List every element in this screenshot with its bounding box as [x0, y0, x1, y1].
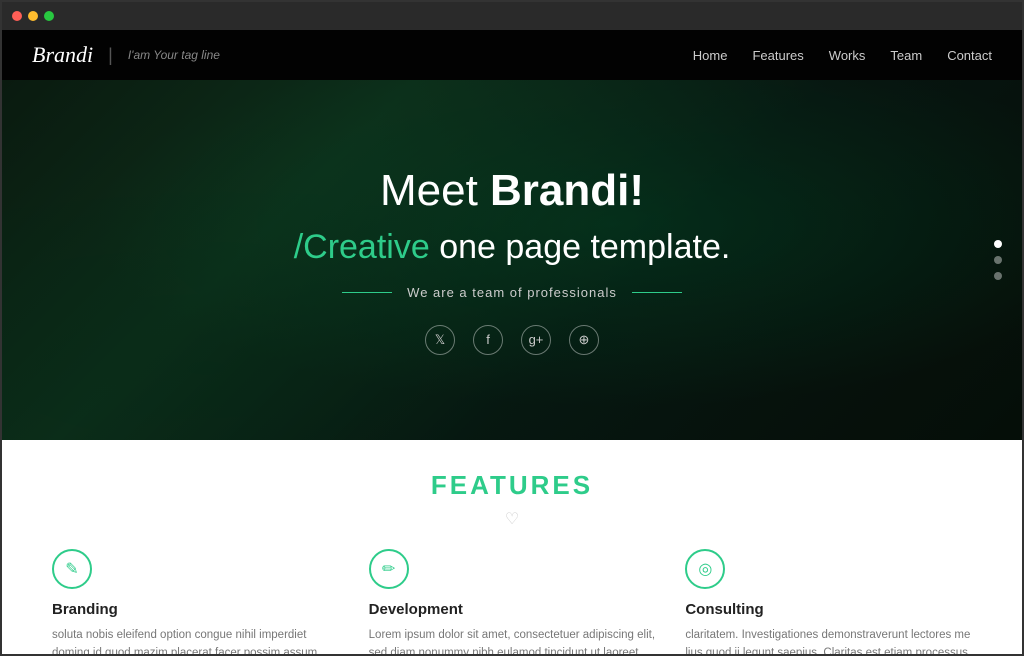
feature-consulting-icon-wrap: ◎ — [685, 549, 725, 589]
hero-line-right — [632, 292, 682, 293]
branding-icon: ✎ — [65, 559, 78, 579]
minimize-dot[interactable] — [28, 11, 38, 21]
hero-dot-1[interactable] — [994, 240, 1002, 248]
hero-dots — [994, 240, 1002, 280]
hero-title-bold: Brandi! — [490, 166, 644, 215]
feature-development-icon-wrap: ✏ — [369, 549, 409, 589]
hero-subtitle-rest: one page template. — [430, 228, 731, 266]
features-heart: ♡ — [52, 509, 972, 529]
feature-branding-icon-wrap: ✎ — [52, 549, 92, 589]
brand-tagline: I'am Your tag line — [128, 48, 220, 62]
feature-consulting-desc: claritatem. Investigationes demonstraver… — [685, 626, 972, 654]
features-title: FEATURES — [52, 470, 972, 501]
website-content: Brandi | I'am Your tag line Home Feature… — [2, 30, 1022, 654]
features-section: FEATURES ♡ ✎ Branding soluta nobis eleif… — [2, 440, 1022, 654]
maximize-dot[interactable] — [44, 11, 54, 21]
hero-subtitle-accent: /Creative — [294, 228, 430, 266]
nav-home[interactable]: Home — [693, 48, 728, 63]
hero-section: Meet Brandi! /Creative one page template… — [2, 80, 1022, 440]
brand-divider: | — [108, 45, 113, 66]
feature-branding-name: Branding — [52, 601, 339, 618]
browser-bar — [2, 2, 1022, 30]
nav-contact[interactable]: Contact — [947, 48, 992, 63]
hero-tagline-wrap: We are a team of professionals — [294, 285, 731, 300]
feature-development: ✏ Development Lorem ipsum dolor sit amet… — [369, 549, 656, 654]
hero-line-left — [342, 292, 392, 293]
feature-development-name: Development — [369, 601, 656, 618]
navbar-left: Brandi | I'am Your tag line — [32, 42, 220, 68]
close-dot[interactable] — [12, 11, 22, 21]
social-googleplus[interactable]: g+ — [521, 325, 551, 355]
hero-subtitle: /Creative one page template. — [294, 228, 731, 267]
feature-branding-desc: soluta nobis eleifend option congue nihi… — [52, 626, 339, 654]
nav-team[interactable]: Team — [890, 48, 922, 63]
hero-tagline: We are a team of professionals — [407, 285, 617, 300]
nav-features[interactable]: Features — [752, 48, 803, 63]
hero-title: Meet Brandi! — [294, 165, 731, 218]
feature-consulting-name: Consulting — [685, 601, 972, 618]
navbar-right: Home Features Works Team Contact — [693, 48, 992, 63]
hero-dot-2[interactable] — [994, 256, 1002, 264]
navbar: Brandi | I'am Your tag line Home Feature… — [2, 30, 1022, 80]
development-icon: ✏ — [382, 559, 395, 579]
features-grid: ✎ Branding soluta nobis eleifend option … — [52, 549, 972, 654]
social-other[interactable]: ⊕ — [569, 325, 599, 355]
features-header: FEATURES ♡ — [52, 470, 972, 529]
feature-branding: ✎ Branding soluta nobis eleifend option … — [52, 549, 339, 654]
hero-title-start: Meet — [380, 166, 490, 215]
brand-logo[interactable]: Brandi — [32, 42, 93, 68]
feature-development-desc: Lorem ipsum dolor sit amet, consectetuer… — [369, 626, 656, 654]
feature-consulting: ◎ Consulting claritatem. Investigationes… — [685, 549, 972, 654]
nav-works[interactable]: Works — [829, 48, 866, 63]
consulting-icon: ◎ — [698, 559, 712, 579]
hero-content: Meet Brandi! /Creative one page template… — [294, 165, 731, 355]
social-twitter[interactable]: 𝕏 — [425, 325, 455, 355]
social-facebook[interactable]: f — [473, 325, 503, 355]
page-frame: Brandi | I'am Your tag line Home Feature… — [0, 0, 1024, 656]
hero-social: 𝕏 f g+ ⊕ — [294, 325, 731, 355]
hero-dot-3[interactable] — [994, 272, 1002, 280]
